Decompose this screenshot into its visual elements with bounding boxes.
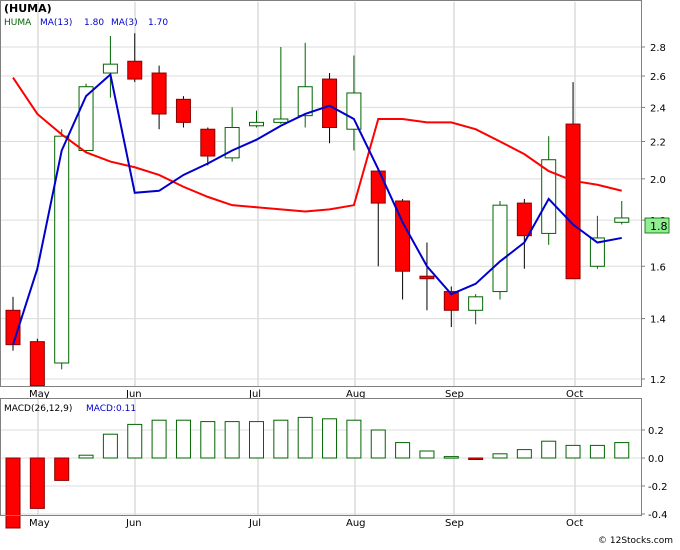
- macd-bar-positive: [614, 442, 630, 459]
- macd-bar-positive: [151, 419, 167, 459]
- macd-bar-positive: [78, 454, 94, 459]
- price-tick-label: 2.8: [650, 43, 666, 54]
- macd-bar-positive: [273, 419, 289, 459]
- macd-bar-positive: [102, 433, 118, 459]
- macd-bar-positive: [370, 429, 386, 459]
- stock-chart: May May Jun Jun Jul Jul Aug Aug Sep Sep Oct Oct 1.2 1…: [0, 0, 680, 546]
- macd-tick-label: -0.4: [648, 510, 668, 521]
- price-tick-label: 2.0: [650, 175, 666, 186]
- macd-bar-positive: [249, 421, 264, 459]
- macd-bar-positive: [492, 453, 508, 459]
- candle-down: [29, 341, 45, 387]
- candle-up: [102, 63, 118, 74]
- legend-ma3-value: 1.70: [148, 18, 168, 28]
- candle-down: [370, 170, 386, 204]
- candle-down: [516, 202, 532, 237]
- macd-bar-positive: [516, 449, 532, 459]
- grid-layer: [1, 2, 641, 515]
- x-tick-label-macd: Sep: [445, 518, 464, 529]
- candle-down: [200, 128, 216, 157]
- macd-tick-label: -0.2: [648, 482, 668, 493]
- legend-ma3-label: MA(3): [111, 18, 138, 28]
- price-tick-label: 1.4: [650, 315, 666, 326]
- price-tick-label: 2.4: [650, 103, 666, 114]
- x-tick-label-macd: May: [29, 518, 50, 529]
- macd-layer: [5, 416, 630, 529]
- macd-bar-positive: [127, 423, 143, 459]
- candle-up: [492, 204, 508, 293]
- macd-bar-positive: [565, 444, 581, 459]
- legend-ma13-value: 1.80: [84, 18, 104, 28]
- candle-down: [565, 123, 581, 280]
- macd-bar-positive: [395, 442, 411, 459]
- candle-up: [468, 296, 484, 311]
- candle-down: [151, 72, 167, 115]
- last-price-tag: 1.8: [650, 220, 668, 233]
- macd-bar-negative: [468, 457, 484, 460]
- macd-bar-positive: [443, 456, 459, 459]
- macd-bar-positive: [224, 421, 240, 459]
- macd-bar-positive: [175, 419, 191, 459]
- ma13-line: [12, 76, 622, 213]
- price-tick-label: 2.6: [650, 72, 666, 83]
- candle-down: [175, 98, 191, 123]
- candle-down: [322, 78, 338, 128]
- price-tick-label: 2.2: [650, 137, 666, 148]
- macd-bar-negative: [5, 457, 21, 529]
- x-tick-label-macd: Jul: [248, 518, 261, 529]
- macd-bar-positive: [322, 418, 338, 459]
- macd-tick-label: 0.0: [648, 454, 664, 465]
- legend-ticker: HUMA: [4, 18, 32, 28]
- macd-bar-positive: [200, 421, 216, 459]
- chart-title: (HUMA): [4, 2, 52, 15]
- x-tick-label-macd: Jun: [125, 518, 142, 529]
- watermark: © 12Stocks.com: [598, 536, 673, 546]
- chart-svg: MayMayJunJunJulJulAugAugSepSepOctOct1.21…: [0, 0, 673, 546]
- candle-up: [346, 92, 362, 130]
- candle-up: [273, 118, 289, 123]
- legend-ma13-label: MA(13): [40, 18, 72, 28]
- macd-legend-label: MACD(26,12,9): [4, 404, 72, 414]
- candle-down: [127, 60, 143, 80]
- macd-bar-negative: [29, 457, 45, 509]
- macd-tick-label: 0.2: [648, 426, 664, 437]
- price-layer: [5, 33, 630, 387]
- macd-bar-negative: [54, 457, 70, 481]
- x-tick-label-macd: Oct: [566, 518, 583, 529]
- candle-up: [614, 217, 630, 223]
- price-tick-label: 1.6: [650, 262, 666, 273]
- candle-up: [249, 121, 264, 127]
- candle-down: [419, 275, 435, 280]
- macd-bar-positive: [419, 450, 435, 459]
- macd-bar-positive: [346, 419, 362, 459]
- price-tick-label: 1.2: [650, 375, 666, 386]
- macd-legend-value: MACD:0.11: [86, 404, 136, 414]
- macd-bar-positive: [297, 416, 313, 459]
- macd-bar-positive: [541, 440, 557, 459]
- macd-bar-positive: [589, 444, 605, 459]
- x-tick-label-macd: Aug: [346, 518, 366, 529]
